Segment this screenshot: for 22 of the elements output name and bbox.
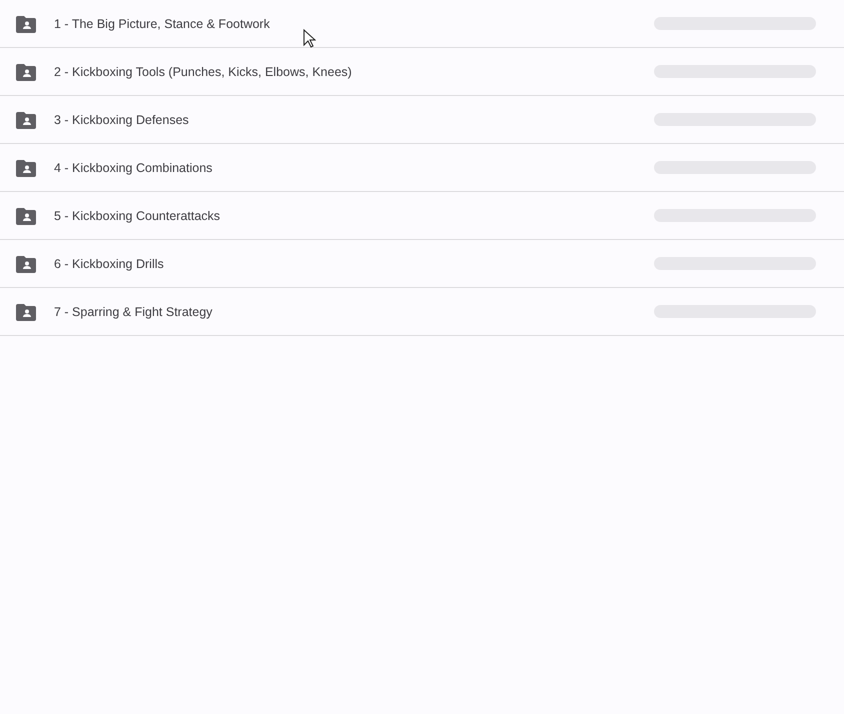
folder-row[interactable]: 2 - Kickboxing Tools (Punches, Kicks, Elbows, Knees) xyxy=(0,48,844,96)
shared-folder-icon xyxy=(16,110,36,128)
folder-row[interactable]: 6 - Kickboxing Drills xyxy=(0,240,844,288)
shared-folder-icon xyxy=(16,14,36,32)
folder-name: 3 - Kickboxing Defenses xyxy=(54,112,189,126)
shared-folder-icon xyxy=(16,158,36,176)
folder-name: 5 - Kickboxing Counterattacks xyxy=(54,208,220,222)
folder-row[interactable]: 5 - Kickboxing Counterattacks xyxy=(0,192,844,240)
mouse-pointer-icon xyxy=(303,29,316,48)
shared-folder-icon xyxy=(16,302,36,320)
shared-folder-icon xyxy=(16,254,36,272)
folder-name: 7 - Sparring & Fight Strategy xyxy=(54,304,212,318)
shared-folder-icon xyxy=(16,206,36,224)
folder-name: 4 - Kickboxing Combinations xyxy=(54,160,212,174)
folder-name: 6 - Kickboxing Drills xyxy=(54,256,164,270)
folder-name: 2 - Kickboxing Tools (Punches, Kicks, Elbows, Knees) xyxy=(54,64,352,78)
folder-row[interactable]: 3 - Kickboxing Defenses xyxy=(0,96,844,144)
folder-row[interactable]: 4 - Kickboxing Combinations xyxy=(0,144,844,192)
shared-folder-icon xyxy=(16,62,36,80)
folder-name: 1 - The Big Picture, Stance & Footwork xyxy=(54,16,270,30)
folder-row[interactable]: 1 - The Big Picture, Stance & Footwork xyxy=(0,0,844,48)
folder-row[interactable]: 7 - Sparring & Fight Strategy xyxy=(0,288,844,336)
